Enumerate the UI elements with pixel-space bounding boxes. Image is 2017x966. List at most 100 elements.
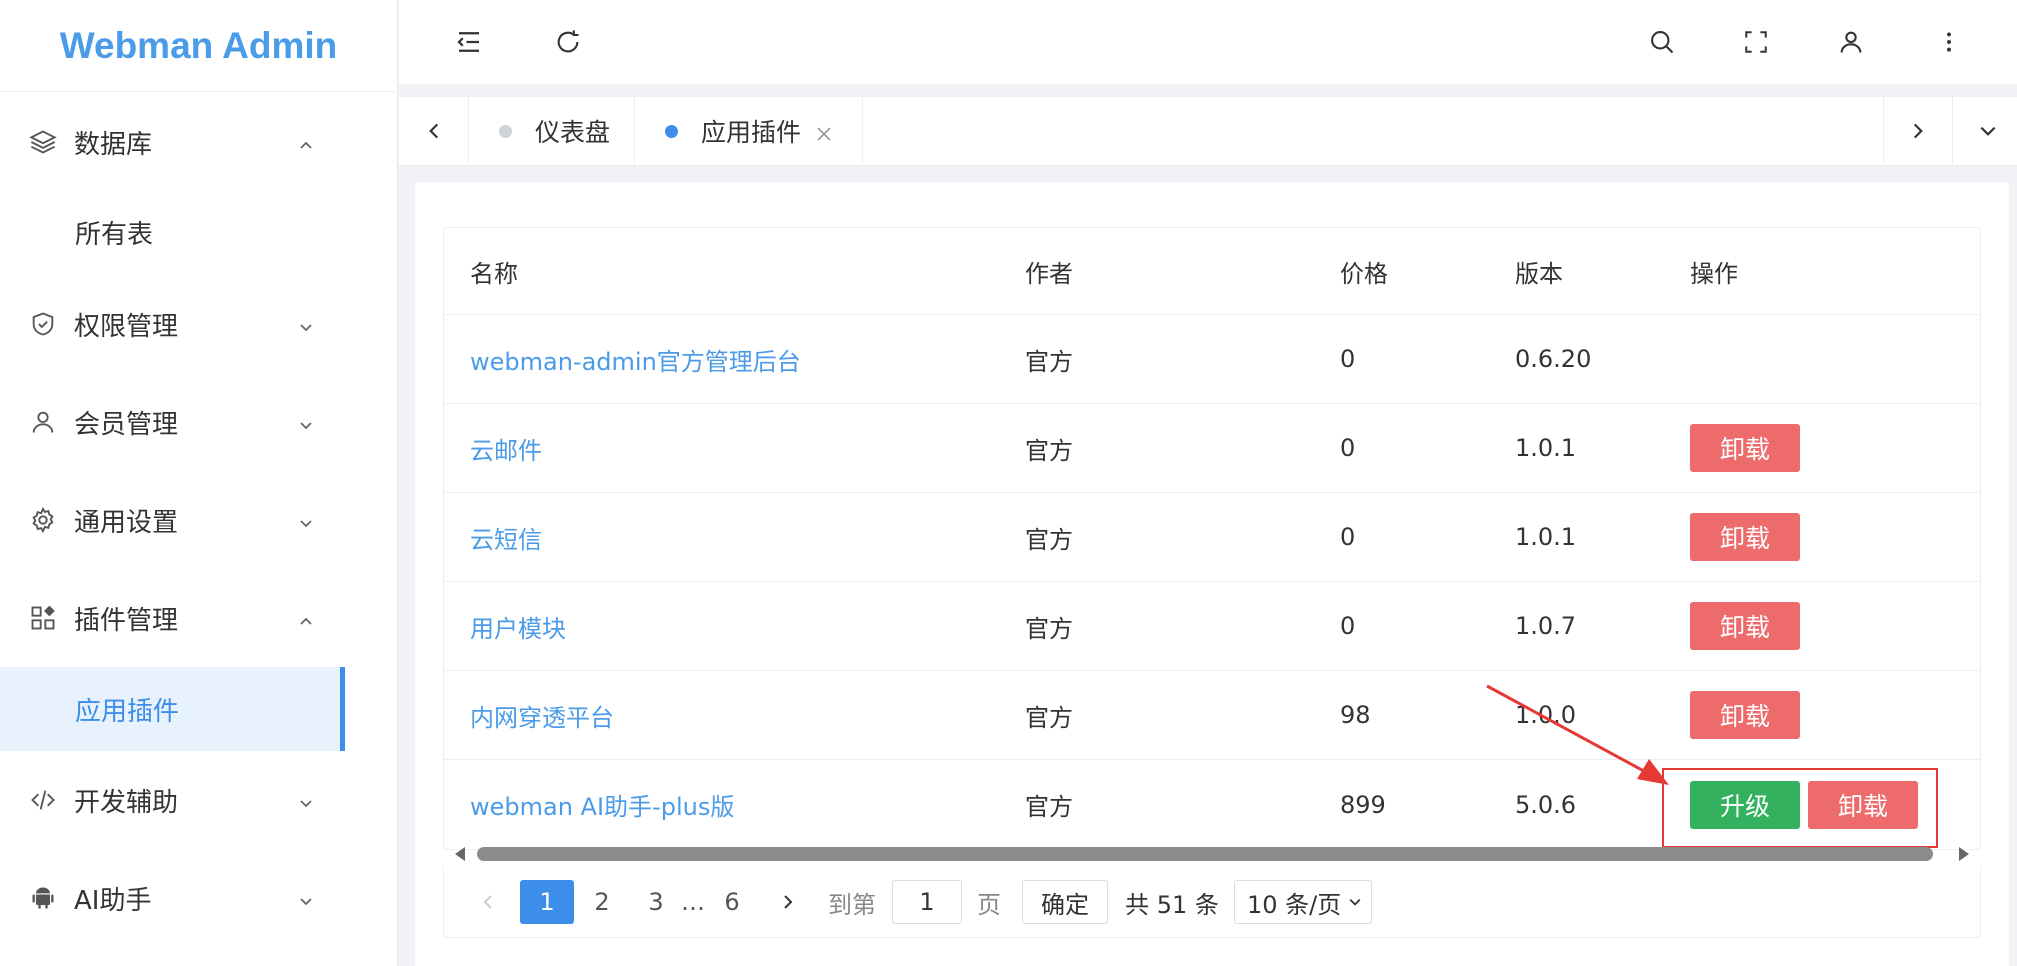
plugin-version: 0.6.20 [1515,345,1592,373]
shield-icon [28,309,58,339]
scrollbar-thumb[interactable] [477,847,1933,861]
code-icon [28,785,58,815]
plugin-author: 官方 [1025,525,1073,554]
sidebar-item-label: 数据库 [74,129,153,160]
sidebar-item-all-tables[interactable]: 所有表 [0,198,398,266]
top-header [399,0,2017,84]
plugin-author: 官方 [1025,614,1073,643]
chevron-down-icon [296,790,316,810]
plugin-actions: 卸载 [1690,404,1808,492]
user-icon [28,407,58,437]
sidebar-item-label: 插件管理 [74,605,179,636]
tab-status-dot [665,124,678,138]
plugin-price: 0 [1340,434,1356,462]
search-icon[interactable] [1646,26,1678,58]
sidebar-item-dev-tools[interactable]: 开发辅助 [0,766,398,834]
sidebar-item-label: 会员管理 [74,409,179,440]
scroll-right-icon[interactable] [1957,846,1971,862]
scroll-left-icon[interactable] [453,846,467,862]
tab-scroll-right-button[interactable] [1883,97,1953,165]
plugin-author: 官方 [1025,436,1073,465]
plugin-author: 官方 [1025,793,1073,821]
plugin-version: 1.0.7 [1515,612,1577,640]
sidebar-item-members[interactable]: 会员管理 [0,388,398,456]
tab-label: 仪表盘 [535,118,611,147]
plugin-price: 0 [1340,523,1356,551]
more-vertical-icon[interactable] [1933,26,1965,58]
sidebar-item-label: AI助手 [74,885,152,916]
refresh-icon[interactable] [552,26,584,58]
page-ellipsis[interactable]: … [678,880,708,924]
plugins-table: 名称 作者 价格 版本 操作 webman-admin官方管理后台 官方 0 0… [443,227,1981,850]
plugin-actions: 卸载 [1690,671,1808,759]
sidebar-item-plugins[interactable]: 插件管理 [0,584,398,652]
goto-confirm-button[interactable]: 确定 [1022,880,1108,924]
page-unit-label: 页 [977,890,1001,919]
annotation-arrow-icon [1486,684,1669,785]
uninstall-button[interactable]: 卸载 [1690,513,1800,561]
user-icon[interactable] [1835,26,1867,58]
page-3-button[interactable]: 3 [636,880,676,924]
sidebar-item-app-plugins[interactable]: 应用插件 [0,667,345,751]
uninstall-button[interactable]: 卸载 [1690,424,1800,472]
app-logo[interactable]: Webman Admin [0,0,397,92]
sidebar-item-ai-assistant[interactable]: AI助手 [0,864,398,932]
plugin-name-link[interactable]: 用户模块 [470,582,566,670]
page-1-button[interactable]: 1 [520,880,574,924]
plugin-actions: 卸载 [1690,582,1808,670]
plugin-price: 899 [1340,790,1386,819]
table-row: 云短信 官方 0 1.0.1 卸载 [444,493,1980,582]
chevron-down-icon [296,510,316,530]
sidebar-item-label: 开发辅助 [74,787,179,818]
plugin-author: 官方 [1025,703,1073,732]
table-horizontal-scrollbar[interactable] [443,842,1981,866]
tab-scroll-left-button[interactable] [399,97,469,165]
table-row: 内网穿透平台 官方 98 1.0.0 卸载 [444,671,1980,760]
uninstall-button[interactable]: 卸载 [1690,691,1800,739]
goto-page-input[interactable]: 1 [892,880,962,924]
close-icon[interactable] [814,121,834,141]
table-row: 用户模块 官方 0 1.0.7 卸载 [444,582,1980,671]
column-header-price: 价格 [1340,259,1388,288]
sidebar-item-database[interactable]: 数据库 [0,108,398,176]
plugin-price: 0 [1340,612,1356,640]
plugin-name-link[interactable]: 内网穿透平台 [470,671,614,759]
page-size-select[interactable]: 10 条/页 [1234,880,1372,924]
table-row: 云邮件 官方 0 1.0.1 卸载 [444,404,1980,493]
layers-icon [28,127,58,157]
sidebar-item-label: 权限管理 [74,311,179,342]
prev-page-button[interactable] [468,880,508,924]
column-header-author: 作者 [1025,259,1073,288]
plugin-name-link[interactable]: 云短信 [470,493,542,581]
page-6-button[interactable]: 6 [712,880,752,924]
sidebar: Webman Admin 数据库 所有表 权限管理 会员管理 通用设置 插件管理… [0,0,398,966]
next-page-button[interactable] [768,880,808,924]
sidebar-item-permissions[interactable]: 权限管理 [0,290,398,358]
goto-label: 到第 [828,890,876,919]
column-header-name: 名称 [470,259,518,288]
tab-label: 应用插件 [701,118,802,147]
plugin-version: 1.0.1 [1515,523,1577,551]
pagination: 1 2 3 … 6 到第 1 页 确定 共 51 条 10 条/页 [443,866,1981,938]
page-2-button[interactable]: 2 [582,880,622,924]
chevron-up-icon [296,132,316,152]
apps-icon [28,603,58,633]
table-header-row: 名称 作者 价格 版本 操作 [444,228,1980,315]
fullscreen-icon[interactable] [1740,26,1772,58]
plugin-name-link[interactable]: webman AI助手-plus版 [470,760,734,849]
plugin-name-link[interactable]: webman-admin官方管理后台 [470,315,801,403]
android-icon [28,883,58,913]
menu-fold-icon[interactable] [453,26,485,58]
total-count: 共 51 条 [1125,890,1219,919]
uninstall-button[interactable]: 卸载 [1690,602,1800,650]
sidebar-item-label: 通用设置 [74,507,179,538]
tab-app-plugins[interactable]: 应用插件 [635,97,863,165]
tab-dashboard[interactable]: 仪表盘 [469,97,635,165]
plugin-author: 官方 [1025,347,1073,376]
gear-icon [28,505,58,535]
plugin-name-link[interactable]: 云邮件 [470,404,542,492]
sidebar-item-settings[interactable]: 通用设置 [0,486,398,554]
tab-dropdown-button[interactable] [1953,97,2017,165]
sidebar-item-label: 所有表 [75,219,154,250]
plugin-actions: 卸载 [1690,493,1808,581]
